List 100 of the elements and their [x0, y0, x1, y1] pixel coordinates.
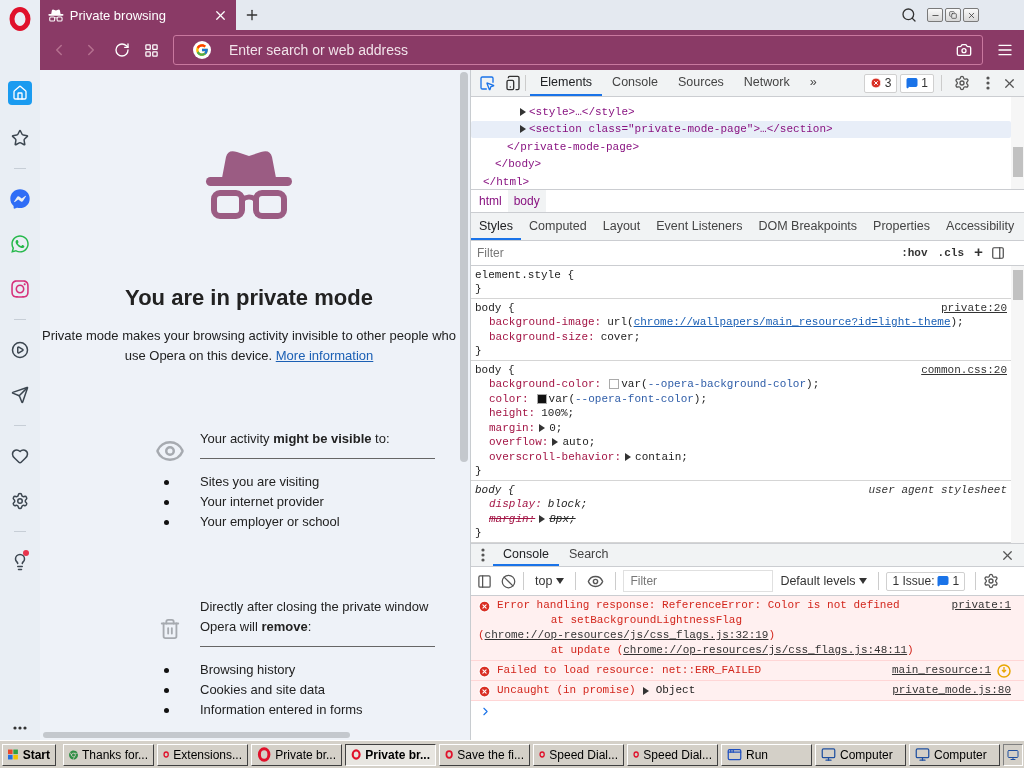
levels-dropdown[interactable]: Default levels [776, 574, 872, 588]
panel-tab[interactable]: Computed [521, 213, 595, 240]
settings-icon [983, 573, 1000, 589]
menu-icon [997, 42, 1013, 58]
send-icon [11, 385, 29, 404]
panel-tab[interactable]: Layout [594, 213, 649, 240]
source-link[interactable]: private_mode.js:80 [892, 683, 1011, 698]
breadcrumb[interactable]: body [507, 190, 546, 212]
settings-icon [11, 491, 29, 510]
taskbar-button[interactable]: Private br... [251, 743, 342, 766]
source-link[interactable]: private:1 [951, 598, 1011, 613]
css-property: color: [489, 391, 529, 406]
sidebar-toggle-button[interactable] [477, 573, 492, 589]
taskbar-button[interactable]: Computer [909, 743, 1000, 766]
source-link[interactable]: private:20 [941, 300, 1007, 315]
start-button[interactable]: Start [2, 743, 56, 766]
camera-icon[interactable] [956, 42, 972, 58]
issues-button[interactable]: 1 Issue: 1 [886, 571, 966, 591]
devtools-tab[interactable]: Elements [530, 70, 603, 96]
hov-button[interactable]: :hov [899, 247, 930, 259]
play-circle-icon [11, 340, 29, 359]
taskbar-button[interactable]: Private br... [345, 743, 436, 766]
css-selector: body { [475, 482, 515, 497]
star-icon [11, 128, 29, 147]
taskbar-button[interactable]: Thanks for... [63, 743, 154, 766]
more-tabs-button[interactable]: » [799, 70, 827, 96]
drawer-tab[interactable]: Console [493, 544, 559, 566]
drawer-tab[interactable]: Search [558, 544, 619, 566]
add-rule-button[interactable]: + [972, 244, 985, 262]
window-icon [727, 747, 742, 762]
restore-button[interactable] [945, 8, 961, 22]
source-link[interactable]: main_resource:1 [891, 663, 991, 678]
taskbar-button[interactable]: Speed Dial... [533, 743, 624, 766]
taskbar-button[interactable]: Speed Dial... [627, 743, 718, 766]
address-bar[interactable]: Enter search or web address [173, 35, 983, 65]
css-value: auto; [562, 435, 596, 450]
reload-button[interactable] [114, 42, 130, 58]
panel-tab[interactable]: Accessibility [938, 213, 1023, 240]
kebab-icon [481, 548, 485, 562]
devtools-tab[interactable]: Console [602, 70, 668, 96]
close-window-button[interactable] [963, 8, 979, 22]
css-property: overscroll-behavior: [489, 449, 622, 464]
filter-field[interactable]: Filter [623, 570, 774, 592]
o-logo[interactable] [8, 7, 32, 31]
kebab-icon [986, 76, 990, 90]
error-count-button[interactable]: 3 [863, 73, 898, 93]
css-property: height: [489, 406, 536, 421]
color-swatch[interactable] [536, 393, 547, 404]
stack-link[interactable]: chrome://op-resources/js/css_flags.js:48:11 [623, 644, 908, 656]
list-item: Sites you are visiting [200, 473, 321, 491]
breadcrumb[interactable]: html [473, 190, 508, 212]
message-text: Uncaught (in promise) [497, 683, 636, 698]
sidebar-toggle-icon[interactable] [991, 246, 1005, 260]
home-icon [12, 84, 28, 101]
expand-triangle-icon[interactable] [641, 686, 650, 695]
devtools-tab[interactable]: Sources [668, 70, 734, 96]
css-value: 8px; [549, 511, 576, 526]
expand-triangle-icon[interactable] [519, 125, 527, 134]
scrollbar-thumb[interactable] [1013, 270, 1023, 300]
panel-tab[interactable]: Event Listeners [648, 213, 751, 240]
expand-triangle-icon[interactable] [538, 423, 547, 432]
clear-console-button[interactable] [501, 573, 516, 589]
trash-icon [159, 617, 181, 640]
color-swatch[interactable] [609, 379, 620, 390]
more-button[interactable] [13, 726, 27, 730]
minimize-button[interactable] [927, 8, 943, 22]
more-information-link[interactable]: More information [275, 348, 374, 363]
panel-tab[interactable]: DOM Breakpoints [750, 213, 866, 240]
taskbar-button[interactable]: Save the fi... [439, 743, 530, 766]
expand-triangle-icon[interactable] [551, 438, 560, 447]
expand-triangle-icon[interactable] [538, 514, 547, 523]
tray-button[interactable] [1003, 743, 1023, 766]
caret-icon [859, 577, 868, 585]
dom-node-row[interactable]: <style>…</style> [471, 103, 1011, 121]
scrollbar-thumb[interactable] [43, 732, 350, 738]
url-link[interactable]: chrome://wallpapers/main_resource?id=light-theme [633, 316, 951, 328]
browser-tab[interactable]: Private browsing [40, 0, 236, 30]
source-link[interactable]: common.css:20 [921, 362, 1007, 377]
expand-triangle-icon[interactable] [519, 107, 527, 116]
menu-button[interactable] [997, 42, 1013, 58]
devtools-tab[interactable]: Network [733, 70, 800, 96]
scrollbar-thumb[interactable] [460, 72, 468, 462]
list-item: Your internet provider [200, 493, 325, 511]
panel-tab[interactable]: Properties [865, 213, 939, 240]
tabs-grid-button[interactable] [144, 42, 159, 58]
taskbar-button[interactable]: Computer [815, 743, 906, 766]
expand-triangle-icon[interactable] [624, 452, 633, 461]
taskbar-button[interactable]: Run [721, 743, 812, 766]
css-property: background-color: [489, 377, 602, 392]
message-count-button[interactable]: 1 [900, 73, 934, 93]
reload-icon [114, 42, 130, 58]
taskbar-button[interactable]: Extensions... [157, 743, 248, 766]
context-dropdown[interactable]: top [531, 574, 569, 588]
panel-tab[interactable]: Styles [471, 213, 522, 240]
css-value: var(--opera-font-color); [548, 391, 708, 406]
dom-node-row[interactable]: <section class="private-mode-page">…</section> [471, 120, 1011, 138]
settings-button[interactable] [983, 573, 1000, 589]
stack-link[interactable]: chrome://op-resources/js/css_flags.js:32:19 [484, 629, 769, 641]
cls-button[interactable]: .cls [935, 247, 966, 259]
scrollbar-thumb[interactable] [1013, 147, 1023, 177]
